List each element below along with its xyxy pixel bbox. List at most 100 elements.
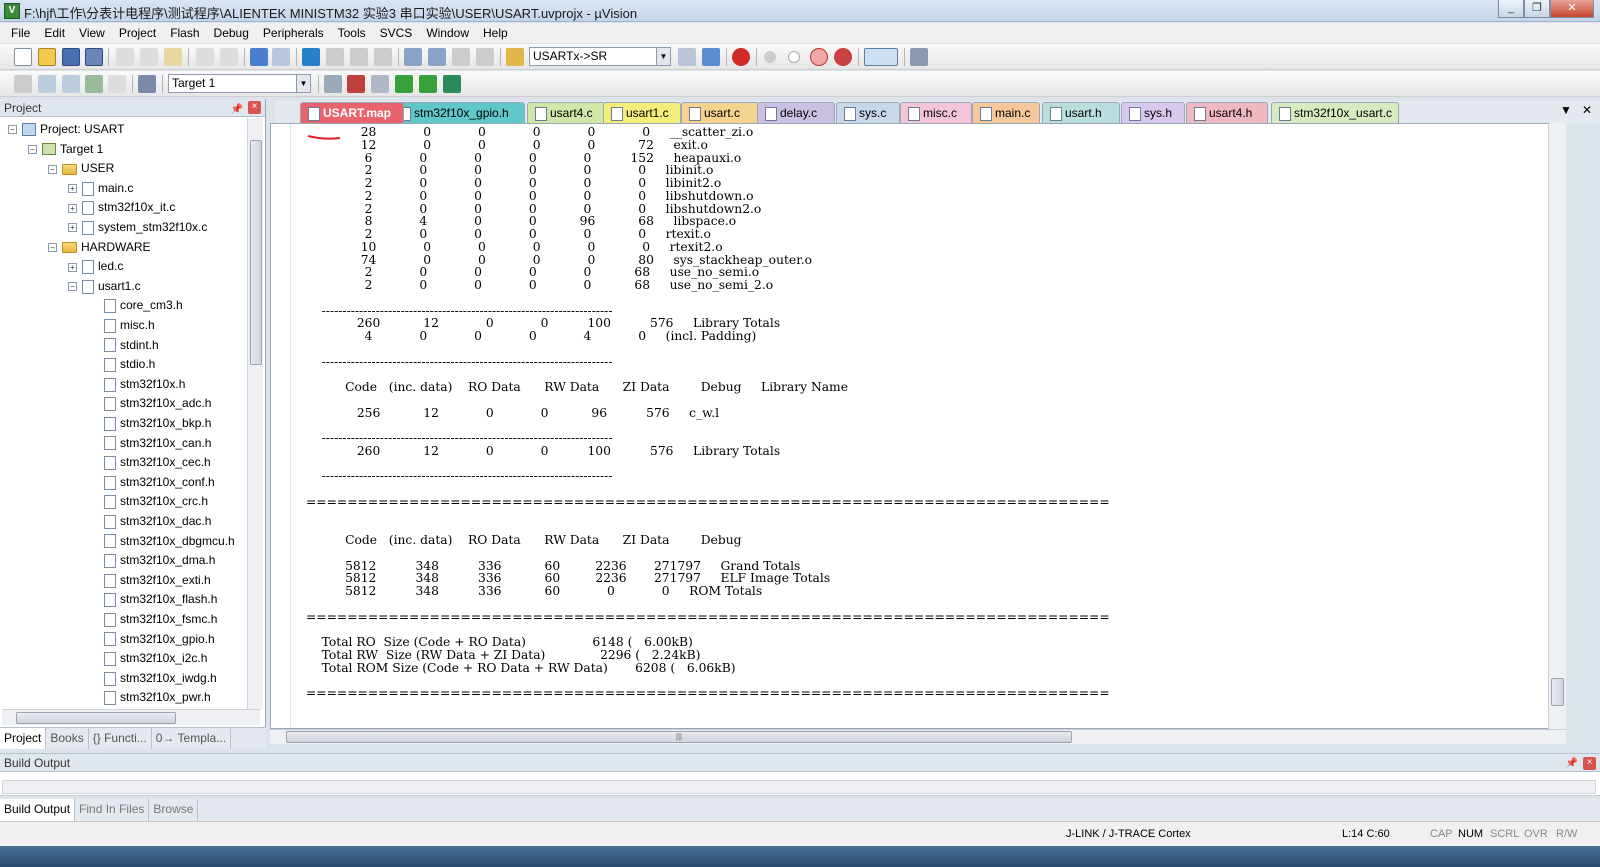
undo-icon[interactable] bbox=[196, 48, 214, 66]
pin-icon[interactable]: 📌 bbox=[1566, 755, 1578, 773]
tab-templates[interactable]: 0→ Templa... bbox=[152, 728, 232, 749]
find-in-files-icon[interactable] bbox=[506, 48, 524, 66]
tree-item[interactable]: stm32f10x.h bbox=[88, 375, 185, 394]
close-panel-icon[interactable]: × bbox=[248, 101, 261, 114]
navigate-back-icon[interactable] bbox=[250, 48, 268, 66]
kill-all-breakpoints-icon[interactable] bbox=[834, 48, 852, 66]
clear-bookmarks-icon[interactable] bbox=[374, 48, 392, 66]
tree-item[interactable]: stdint.h bbox=[88, 336, 159, 355]
tree-item[interactable]: stm32f10x_bkp.h bbox=[88, 414, 211, 433]
copy-icon[interactable] bbox=[140, 48, 158, 66]
next-bookmark-icon[interactable] bbox=[350, 48, 368, 66]
tree-item[interactable]: stm32f10x_can.h bbox=[88, 434, 211, 453]
file-extensions-icon[interactable] bbox=[371, 75, 389, 93]
target-select[interactable]: Target 1 ▼ bbox=[168, 74, 311, 93]
tree-item[interactable]: misc.h bbox=[88, 316, 155, 335]
expand-icon[interactable]: + bbox=[68, 203, 77, 213]
open-folder-icon[interactable] bbox=[38, 48, 56, 66]
tab-build-output[interactable]: Build Output bbox=[0, 799, 76, 821]
tree-item[interactable]: stm32f10x_iwdg.h bbox=[88, 669, 217, 688]
unindent-icon[interactable] bbox=[428, 48, 446, 66]
find-combobox[interactable]: USARTx->SR ▼ bbox=[529, 47, 671, 66]
select-packs-icon[interactable] bbox=[419, 75, 437, 93]
menu-edit[interactable]: Edit bbox=[37, 23, 72, 43]
build-output-hscrollbar[interactable] bbox=[2, 780, 1596, 794]
batch-build-icon[interactable] bbox=[85, 75, 103, 93]
tree-item[interactable]: − Target 1 bbox=[28, 140, 103, 159]
tree-item[interactable]: stm32f10x_dac.h bbox=[88, 512, 211, 531]
scroll-thumb[interactable] bbox=[16, 712, 176, 724]
prev-bookmark-icon[interactable] bbox=[326, 48, 344, 66]
tab-browse[interactable]: Browse bbox=[149, 799, 199, 821]
pack-installer-icon[interactable] bbox=[443, 75, 461, 93]
chevron-down-icon[interactable]: ▼ bbox=[296, 75, 310, 92]
tab-main-c[interactable]: main.c bbox=[972, 102, 1040, 123]
tree-item[interactable]: stm32f10x_gpio.h bbox=[88, 630, 215, 649]
disable-breakpoint-icon[interactable] bbox=[788, 51, 800, 63]
menu-flash[interactable]: Flash bbox=[163, 23, 206, 43]
tree-item[interactable]: − usart1.c bbox=[68, 277, 141, 296]
download-icon[interactable] bbox=[138, 75, 156, 93]
tab-functions[interactable]: {} Functi... bbox=[89, 728, 152, 749]
collapse-icon[interactable]: − bbox=[68, 282, 77, 292]
scroll-thumb[interactable] bbox=[1551, 678, 1564, 706]
tab-stm32f10x-usart-c[interactable]: stm32f10x_usart.c bbox=[1271, 102, 1399, 123]
menu-svcs[interactable]: SVCS bbox=[373, 23, 420, 43]
tree-item[interactable]: + led.c bbox=[68, 257, 123, 276]
breakpoint-icon[interactable] bbox=[764, 51, 776, 63]
close-window-button[interactable]: ✕ bbox=[1550, 0, 1594, 18]
paste-icon[interactable] bbox=[164, 48, 182, 66]
maximize-button[interactable]: ❐ bbox=[1524, 0, 1550, 18]
tab-find-in-files[interactable]: Find In Files bbox=[75, 799, 150, 821]
build-icon[interactable] bbox=[38, 75, 56, 93]
disable-all-breakpoints-icon[interactable] bbox=[810, 48, 828, 66]
manage-rte-icon[interactable] bbox=[395, 75, 413, 93]
save-all-icon[interactable] bbox=[85, 48, 103, 66]
pin-icon[interactable]: 📌 bbox=[231, 101, 243, 119]
collapse-icon[interactable]: − bbox=[48, 242, 57, 252]
menu-tools[interactable]: Tools bbox=[331, 23, 373, 43]
incremental-find-icon[interactable] bbox=[702, 48, 720, 66]
tree-item[interactable]: stm32f10x_conf.h bbox=[88, 473, 215, 492]
menu-help[interactable]: Help bbox=[476, 23, 515, 43]
tab-books[interactable]: Books bbox=[46, 728, 89, 749]
tree-item[interactable]: stm32f10x_dbgmcu.h bbox=[88, 532, 235, 551]
menu-file[interactable]: File bbox=[4, 23, 37, 43]
tree-item[interactable]: + main.c bbox=[68, 179, 133, 198]
bookmark-icon[interactable] bbox=[302, 48, 320, 66]
target-options-icon[interactable] bbox=[324, 75, 342, 93]
expand-icon[interactable]: + bbox=[68, 184, 77, 194]
menu-peripherals[interactable]: Peripherals bbox=[256, 23, 331, 43]
new-file-icon[interactable] bbox=[14, 48, 32, 66]
tree-item[interactable]: stm32f10x_cec.h bbox=[88, 453, 211, 472]
window-layout-icon[interactable] bbox=[864, 48, 898, 66]
menu-view[interactable]: View bbox=[72, 23, 112, 43]
menu-debug[interactable]: Debug bbox=[207, 23, 256, 43]
project-tree-hscrollbar[interactable] bbox=[2, 709, 260, 725]
expand-icon[interactable]: + bbox=[68, 223, 77, 233]
tab-sys-c[interactable]: sys.c bbox=[836, 102, 900, 123]
tab-usart-h[interactable]: usart.h bbox=[1042, 102, 1120, 123]
tab-usart-c[interactable]: usart.c bbox=[681, 102, 759, 123]
save-icon[interactable] bbox=[62, 48, 80, 66]
redo-icon[interactable] bbox=[220, 48, 238, 66]
tab-usart4-c[interactable]: usart4.c bbox=[527, 102, 605, 123]
tree-item[interactable]: + system_stm32f10x.c bbox=[68, 218, 207, 237]
tab-stm32f10x-gpio-h[interactable]: stm32f10x_gpio.h bbox=[391, 102, 525, 123]
collapse-icon[interactable]: − bbox=[8, 125, 17, 135]
menu-window[interactable]: Window bbox=[419, 23, 476, 43]
tree-item[interactable]: + stm32f10x_it.c bbox=[68, 198, 175, 217]
tree-item[interactable]: − Project: USART bbox=[8, 120, 124, 139]
tab-misc-c[interactable]: misc.c bbox=[900, 102, 972, 123]
tab-usart4-h[interactable]: usart4.h bbox=[1186, 102, 1268, 123]
code-editor[interactable]: 28 0 0 0 0 0 __scatter_zi.o 12 0 0 0 0 7… bbox=[270, 123, 1550, 729]
debug-session-icon[interactable] bbox=[732, 48, 750, 66]
tree-item[interactable]: stm32f10x_i2c.h bbox=[88, 649, 207, 668]
tree-item[interactable]: stm32f10x_adc.h bbox=[88, 394, 211, 413]
configure-icon[interactable] bbox=[910, 48, 928, 66]
collapse-icon[interactable]: − bbox=[48, 164, 57, 174]
tab-delay-c[interactable]: delay.c bbox=[757, 102, 835, 123]
comment-icon[interactable] bbox=[452, 48, 470, 66]
translate-icon[interactable] bbox=[14, 75, 32, 93]
scroll-thumb[interactable]: ||| bbox=[286, 731, 1072, 743]
